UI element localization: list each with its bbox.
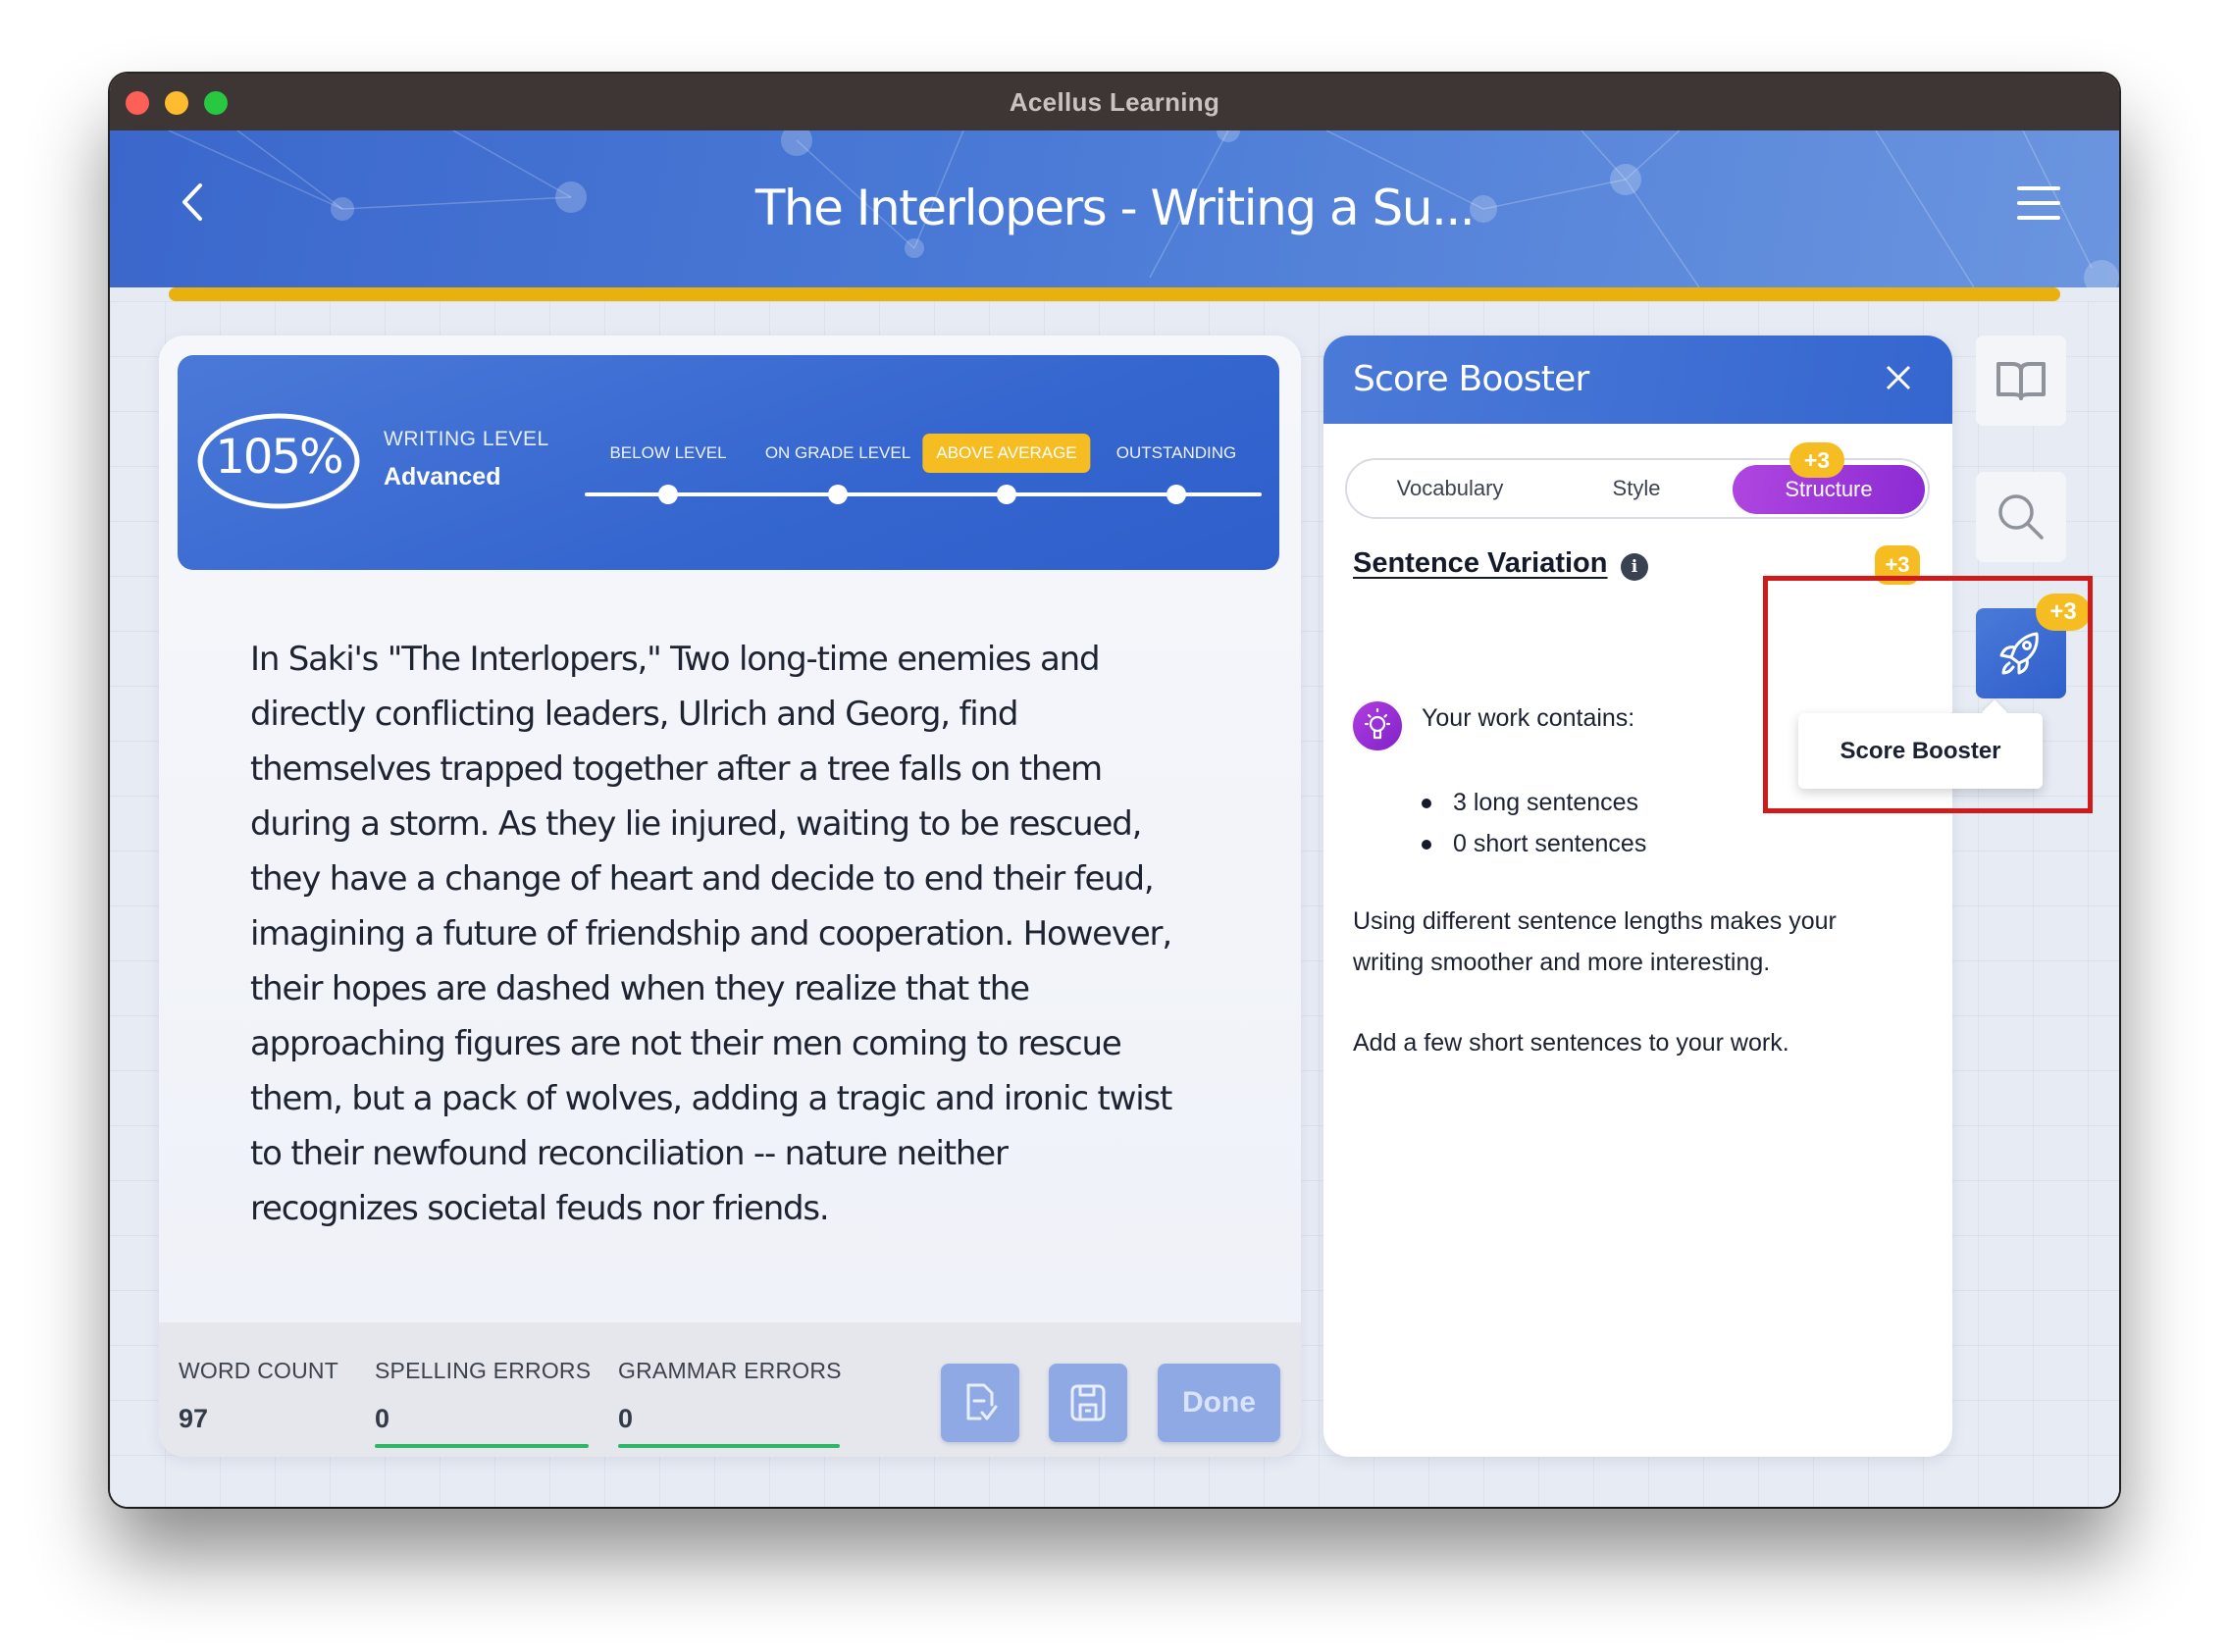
window-title: Acellus Learning: [1009, 86, 1220, 117]
essay-line: they have a change of heart and decide t…: [250, 859, 1155, 899]
advice-paragraph: Using different sentence lengths makes y…: [1353, 907, 1837, 976]
close-window-button[interactable]: [126, 91, 149, 115]
level-dot-outstanding[interactable]: [1166, 485, 1186, 504]
title-bar: Acellus Learning: [110, 74, 2119, 130]
search-button[interactable]: [1976, 472, 2066, 562]
rocket-icon: [1999, 632, 2039, 675]
score-booster-panel: Score Booster Vocabulary Style Structure…: [1323, 336, 1952, 1457]
tab-style[interactable]: Style: [1558, 460, 1715, 517]
essay-footer: WORD COUNT 97 SPELLING ERRORS 0 GRAMMAR …: [159, 1322, 1301, 1457]
done-button[interactable]: Done: [1158, 1364, 1280, 1442]
word-count-value: 97: [179, 1404, 209, 1433]
level-on-grade[interactable]: ON GRADE LEVEL: [752, 434, 924, 473]
score-booster-header: Score Booster: [1323, 336, 1952, 424]
essay-text[interactable]: In Saki's "The Interlopers," Two long-ti…: [250, 632, 1251, 1236]
section-title[interactable]: Sentence Variation: [1353, 547, 1608, 580]
lesson-header: The Interlopers - Writing a Su...: [110, 130, 2119, 287]
writing-level-panel: 105% WRITING LEVEL Advanced BELOW LEVEL …: [178, 355, 1279, 570]
word-count-label: WORD COUNT: [179, 1358, 338, 1383]
essay-line: recognizes societal feuds nor friends.: [250, 1189, 830, 1228]
essay-line: approaching figures are not their men co…: [250, 1024, 1122, 1063]
level-dot-below[interactable]: [658, 485, 678, 504]
essay-line: imagining a future of friendship and coo…: [250, 914, 1172, 954]
essay-line: themselves trapped together after a tree…: [250, 749, 1103, 789]
grammar-status-bar: [618, 1444, 840, 1448]
close-icon: [1886, 365, 1911, 390]
glossary-button[interactable]: [1976, 336, 2066, 426]
structure-tab-badge: +3: [1789, 442, 1844, 478]
spelling-errors-stat: SPELLING ERRORS 0: [375, 1358, 592, 1448]
minimize-window-button[interactable]: [165, 91, 188, 115]
app-window: Acellus Learning The Interlopers - Writi…: [110, 74, 2119, 1507]
sentence-stats-list: 3 long sentences 0 short sentences: [1422, 782, 1646, 864]
suggestion-paragraph: Add a few short sentences to your work.: [1353, 1029, 1789, 1057]
list-item: 0 short sentences: [1422, 823, 1646, 864]
save-button[interactable]: [1049, 1364, 1127, 1442]
list-item: 3 long sentences: [1422, 782, 1646, 823]
spelling-status-bar: [375, 1444, 589, 1448]
grammar-errors-label: GRAMMAR ERRORS: [618, 1358, 842, 1383]
search-icon: [1998, 494, 2044, 540]
info-icon[interactable]: i: [1621, 553, 1648, 581]
lightbulb-icon: [1353, 701, 1402, 750]
tab-vocabulary[interactable]: Vocabulary: [1367, 460, 1533, 517]
essay-line: during a storm. As they lie injured, wai…: [250, 804, 1142, 844]
section-points-badge: +3: [1875, 545, 1920, 585]
writing-level-label: WRITING LEVEL: [384, 428, 549, 450]
essay-line: In Saki's "The Interlopers," Two long-ti…: [250, 640, 1101, 679]
book-icon: [1996, 362, 2046, 400]
word-count-stat: WORD COUNT 97: [179, 1358, 338, 1434]
menu-button[interactable]: [2017, 183, 2060, 223]
level-dot-above-average[interactable]: [997, 485, 1016, 504]
writing-score: 105%: [215, 430, 343, 485]
grammar-errors-stat: GRAMMAR ERRORS 0: [618, 1358, 842, 1448]
lesson-title: The Interlopers - Writing a Su...: [754, 180, 1476, 236]
essay-line: directly conflicting leaders, Ulrich and…: [250, 695, 1018, 734]
check-document-button[interactable]: [941, 1364, 1019, 1442]
lesson-progress-bar: [169, 287, 2060, 301]
maximize-window-button[interactable]: [204, 91, 228, 115]
level-scale-track: [585, 492, 1262, 496]
booster-points-badge: +3: [2036, 594, 2091, 631]
level-outstanding[interactable]: OUTSTANDING: [1103, 434, 1250, 473]
spelling-errors-label: SPELLING ERRORS: [375, 1358, 592, 1383]
writing-level-value: Advanced: [384, 463, 501, 490]
level-dot-on-grade[interactable]: [828, 485, 848, 504]
close-panel-button[interactable]: [1884, 363, 1913, 392]
document-check-icon: [966, 1383, 998, 1420]
level-above-average[interactable]: ABOVE AVERAGE: [922, 434, 1091, 473]
essay-line: their hopes are dashed when they realize…: [250, 969, 1030, 1008]
essay-line: to their newfound reconciliation -- natu…: [250, 1134, 1009, 1173]
save-icon: [1070, 1384, 1106, 1421]
hamburger-menu-icon: [2017, 186, 2060, 220]
level-below[interactable]: BELOW LEVEL: [596, 434, 740, 473]
essay-line: them, but a pack of wolves, adding a tra…: [250, 1079, 1172, 1118]
essay-card: 105% WRITING LEVEL Advanced BELOW LEVEL …: [159, 336, 1301, 1457]
score-booster-title: Score Booster: [1353, 359, 1589, 399]
score-booster-tooltip: Score Booster: [1798, 713, 2043, 789]
grammar-errors-value: 0: [618, 1404, 634, 1433]
spelling-errors-value: 0: [375, 1404, 390, 1433]
work-contains-text: Your work contains:: [1422, 704, 1635, 732]
